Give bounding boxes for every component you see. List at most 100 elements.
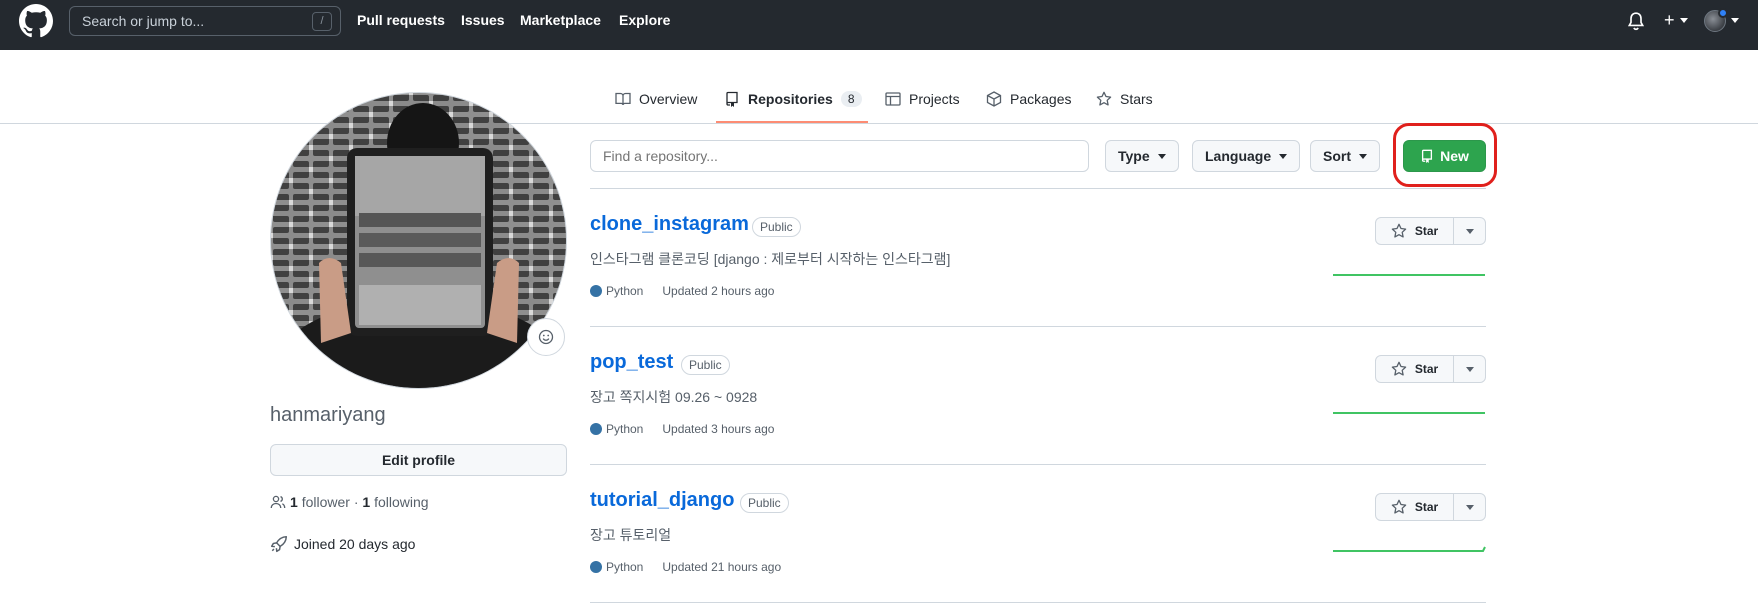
- profile-avatar[interactable]: [270, 92, 567, 389]
- repo-list-item: pop_test Public 장고 쪽지시험 09.26 ~ 0928 Pyt…: [590, 327, 1486, 465]
- repo-updated: Updated 2 hours ago: [662, 284, 775, 298]
- repo-language: Python: [606, 422, 644, 436]
- repo-name-link[interactable]: clone_instagram: [590, 213, 749, 236]
- joined-date: Joined 20 days ago: [270, 535, 415, 553]
- tab-overview[interactable]: Overview: [615, 88, 697, 110]
- visibility-badge: Public: [752, 217, 801, 237]
- annotation-highlight-ring: [1393, 123, 1497, 187]
- sort-label: Sort: [1323, 148, 1351, 164]
- repo-meta: Python Updated 3 hours ago: [590, 422, 774, 436]
- repo-meta: Python Updated 2 hours ago: [590, 284, 774, 298]
- rocket-icon: [270, 535, 288, 553]
- language-filter-label: Language: [1205, 148, 1272, 164]
- nav-explore[interactable]: Explore: [619, 12, 670, 28]
- followers-count[interactable]: 1: [290, 494, 298, 510]
- repo-divider: [590, 602, 1486, 603]
- repo-updated: Updated 21 hours ago: [662, 560, 782, 574]
- star-list-dropdown[interactable]: [1454, 218, 1485, 244]
- star-list-dropdown[interactable]: [1454, 356, 1485, 382]
- global-header: Search or jump to... / Pull requests Iss…: [0, 0, 1758, 50]
- repo-icon: [726, 91, 738, 107]
- joined-text: Joined 20 days ago: [294, 536, 416, 552]
- repo-description: 인스타그램 클론코딩 [django : 제로부터 시작하는 인스타그램]: [590, 251, 951, 267]
- type-filter-button[interactable]: Type: [1105, 140, 1179, 172]
- repo-updated: Updated 3 hours ago: [662, 422, 775, 436]
- chevron-down-icon: [1279, 153, 1288, 159]
- people-icon: [270, 495, 286, 509]
- chevron-down-icon: [1465, 366, 1474, 372]
- star-list-dropdown[interactable]: [1454, 494, 1485, 520]
- follow-separator: ·: [353, 494, 359, 510]
- package-icon: [986, 91, 1002, 107]
- type-filter-label: Type: [1118, 148, 1150, 164]
- user-menu-chevron-down-icon[interactable]: [1731, 18, 1739, 23]
- tab-packages[interactable]: Packages: [986, 88, 1071, 110]
- visibility-badge: Public: [681, 355, 730, 375]
- nav-issues[interactable]: Issues: [461, 12, 505, 28]
- visibility-badge: Public: [740, 493, 789, 513]
- following-label[interactable]: following: [374, 494, 428, 510]
- activity-sparkline: [1333, 412, 1485, 414]
- search-placeholder: Search or jump to...: [82, 13, 205, 29]
- tab-repositories[interactable]: Repositories 8: [724, 88, 862, 110]
- star-label: Star: [1414, 500, 1439, 514]
- repo-name-link[interactable]: tutorial_django: [590, 489, 734, 512]
- follow-stats: 1 follower · 1 following: [270, 494, 429, 510]
- star-button[interactable]: Star: [1376, 356, 1454, 382]
- find-repository-input[interactable]: [590, 140, 1089, 172]
- repo-language: Python: [606, 284, 644, 298]
- tab-projects-label: Projects: [909, 91, 960, 107]
- activity-sparkline: [1333, 546, 1486, 552]
- search-shortcut-key: /: [312, 12, 332, 31]
- star-label: Star: [1414, 362, 1439, 376]
- tab-repositories-label: Repositories: [748, 91, 833, 107]
- star-icon: [1391, 361, 1407, 376]
- tab-packages-label: Packages: [1010, 91, 1072, 107]
- chevron-down-icon: [1465, 228, 1474, 234]
- repo-meta: Python Updated 21 hours ago: [590, 560, 781, 574]
- language-color-dot: [590, 423, 602, 435]
- star-button[interactable]: Star: [1376, 494, 1454, 520]
- sort-button[interactable]: Sort: [1310, 140, 1380, 172]
- activity-sparkline: [1333, 274, 1485, 276]
- tabs-divider: [0, 123, 1758, 124]
- language-color-dot: [590, 285, 602, 297]
- repo-list-item: clone_instagram Public 인스타그램 클론코딩 [djang…: [590, 189, 1486, 327]
- repo-language: Python: [606, 560, 644, 574]
- table-icon: [885, 92, 901, 106]
- repo-list-item: tutorial_django Public 장고 튜토리얼 Python Upd…: [590, 465, 1486, 603]
- repo-name-link[interactable]: pop_test: [590, 351, 673, 374]
- smiley-icon: [538, 329, 554, 345]
- set-status-button[interactable]: [527, 318, 565, 356]
- chevron-down-icon: [1359, 153, 1367, 159]
- star-icon: [1391, 499, 1407, 514]
- star-button-group: Star: [1375, 355, 1486, 383]
- tab-projects[interactable]: Projects: [885, 88, 960, 110]
- book-icon: [615, 92, 631, 106]
- nav-pull-requests[interactable]: Pull requests: [357, 12, 445, 28]
- create-new-plus-icon[interactable]: +: [1664, 10, 1675, 30]
- star-icon: [1391, 223, 1407, 238]
- followers-label[interactable]: follower: [302, 494, 350, 510]
- chevron-down-icon: [1465, 504, 1474, 510]
- notifications-bell-icon[interactable]: [1627, 11, 1645, 31]
- star-button-group: Star: [1375, 493, 1486, 521]
- tab-stars[interactable]: Stars: [1096, 88, 1153, 110]
- nav-marketplace[interactable]: Marketplace: [520, 12, 601, 28]
- global-search-input[interactable]: Search or jump to... /: [69, 6, 341, 36]
- following-count[interactable]: 1: [362, 494, 370, 510]
- github-logo-icon[interactable]: [19, 4, 53, 38]
- tab-overview-label: Overview: [639, 91, 698, 107]
- repositories-count-badge: 8: [840, 91, 862, 107]
- language-filter-button[interactable]: Language: [1192, 140, 1301, 172]
- create-new-chevron-down-icon[interactable]: [1680, 18, 1688, 23]
- language-color-dot: [590, 561, 602, 573]
- repo-description: 장고 튜토리얼: [590, 527, 672, 543]
- repo-description: 장고 쪽지시험 09.26 ~ 0928: [590, 389, 758, 405]
- star-button-group: Star: [1375, 217, 1486, 245]
- star-label: Star: [1414, 224, 1439, 238]
- edit-profile-button[interactable]: Edit profile: [270, 444, 567, 476]
- tab-stars-label: Stars: [1120, 91, 1153, 107]
- chevron-down-icon: [1157, 153, 1166, 159]
- star-button[interactable]: Star: [1376, 218, 1454, 244]
